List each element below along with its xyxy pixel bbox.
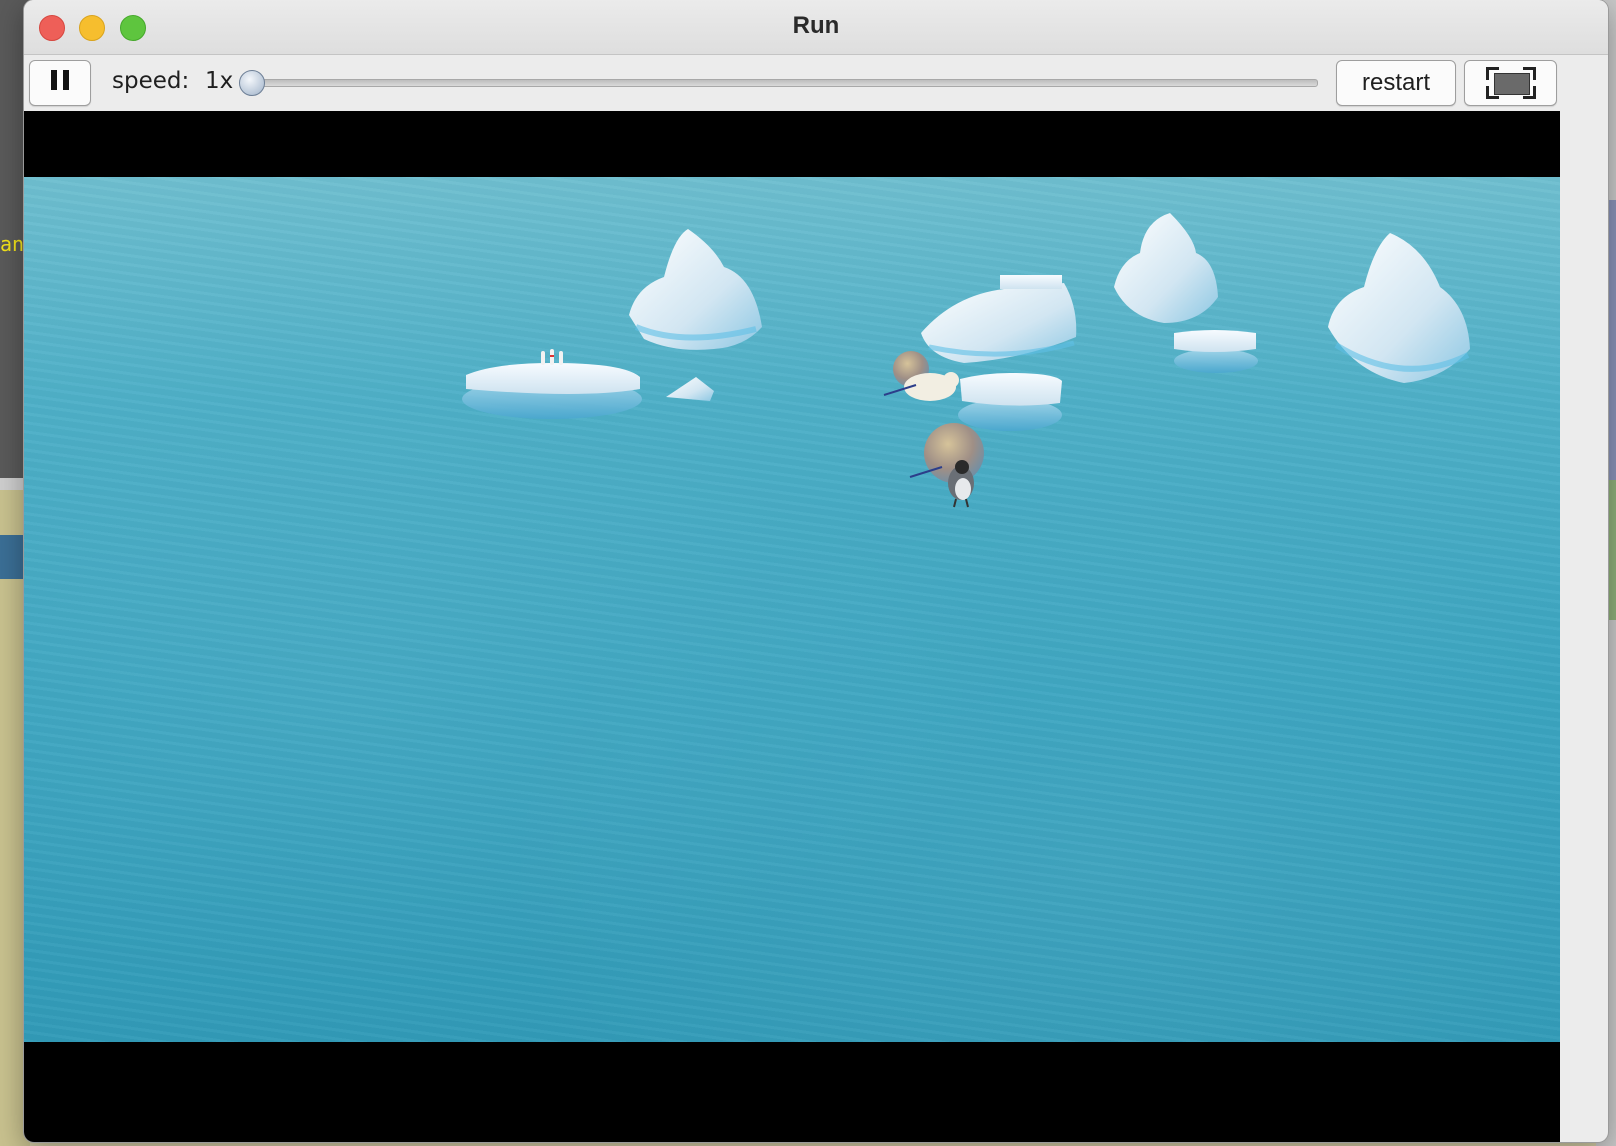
ice-floe-middle [958,373,1062,431]
scene-viewport[interactable] [24,111,1560,1142]
title-bar[interactable]: Run [24,0,1608,55]
pause-button[interactable] [29,60,91,106]
speed-slider-track[interactable] [246,79,1318,87]
scene-objects [462,213,1470,508]
speed-value: 1x [205,68,234,94]
ice-floe-right [1174,330,1258,373]
speed-slider-thumb[interactable] [239,70,265,96]
iceberg-3 [1114,213,1218,323]
ice-chunk-small [666,377,714,401]
playback-toolbar: speed: 1x restart [24,55,1608,111]
restart-button[interactable]: restart [1336,60,1456,106]
pause-icon [48,69,72,97]
penguin-character [909,423,984,508]
window-title: Run [792,12,840,39]
run-window: Run speed: 1x restart [24,0,1608,1142]
fullscreen-button[interactable] [1464,60,1557,106]
fullscreen-icon [1485,67,1536,99]
speed-label: speed: [112,68,190,94]
ocean-scene[interactable] [24,177,1560,1042]
bowling-pins [541,349,563,365]
ice-floe-left [462,363,642,419]
